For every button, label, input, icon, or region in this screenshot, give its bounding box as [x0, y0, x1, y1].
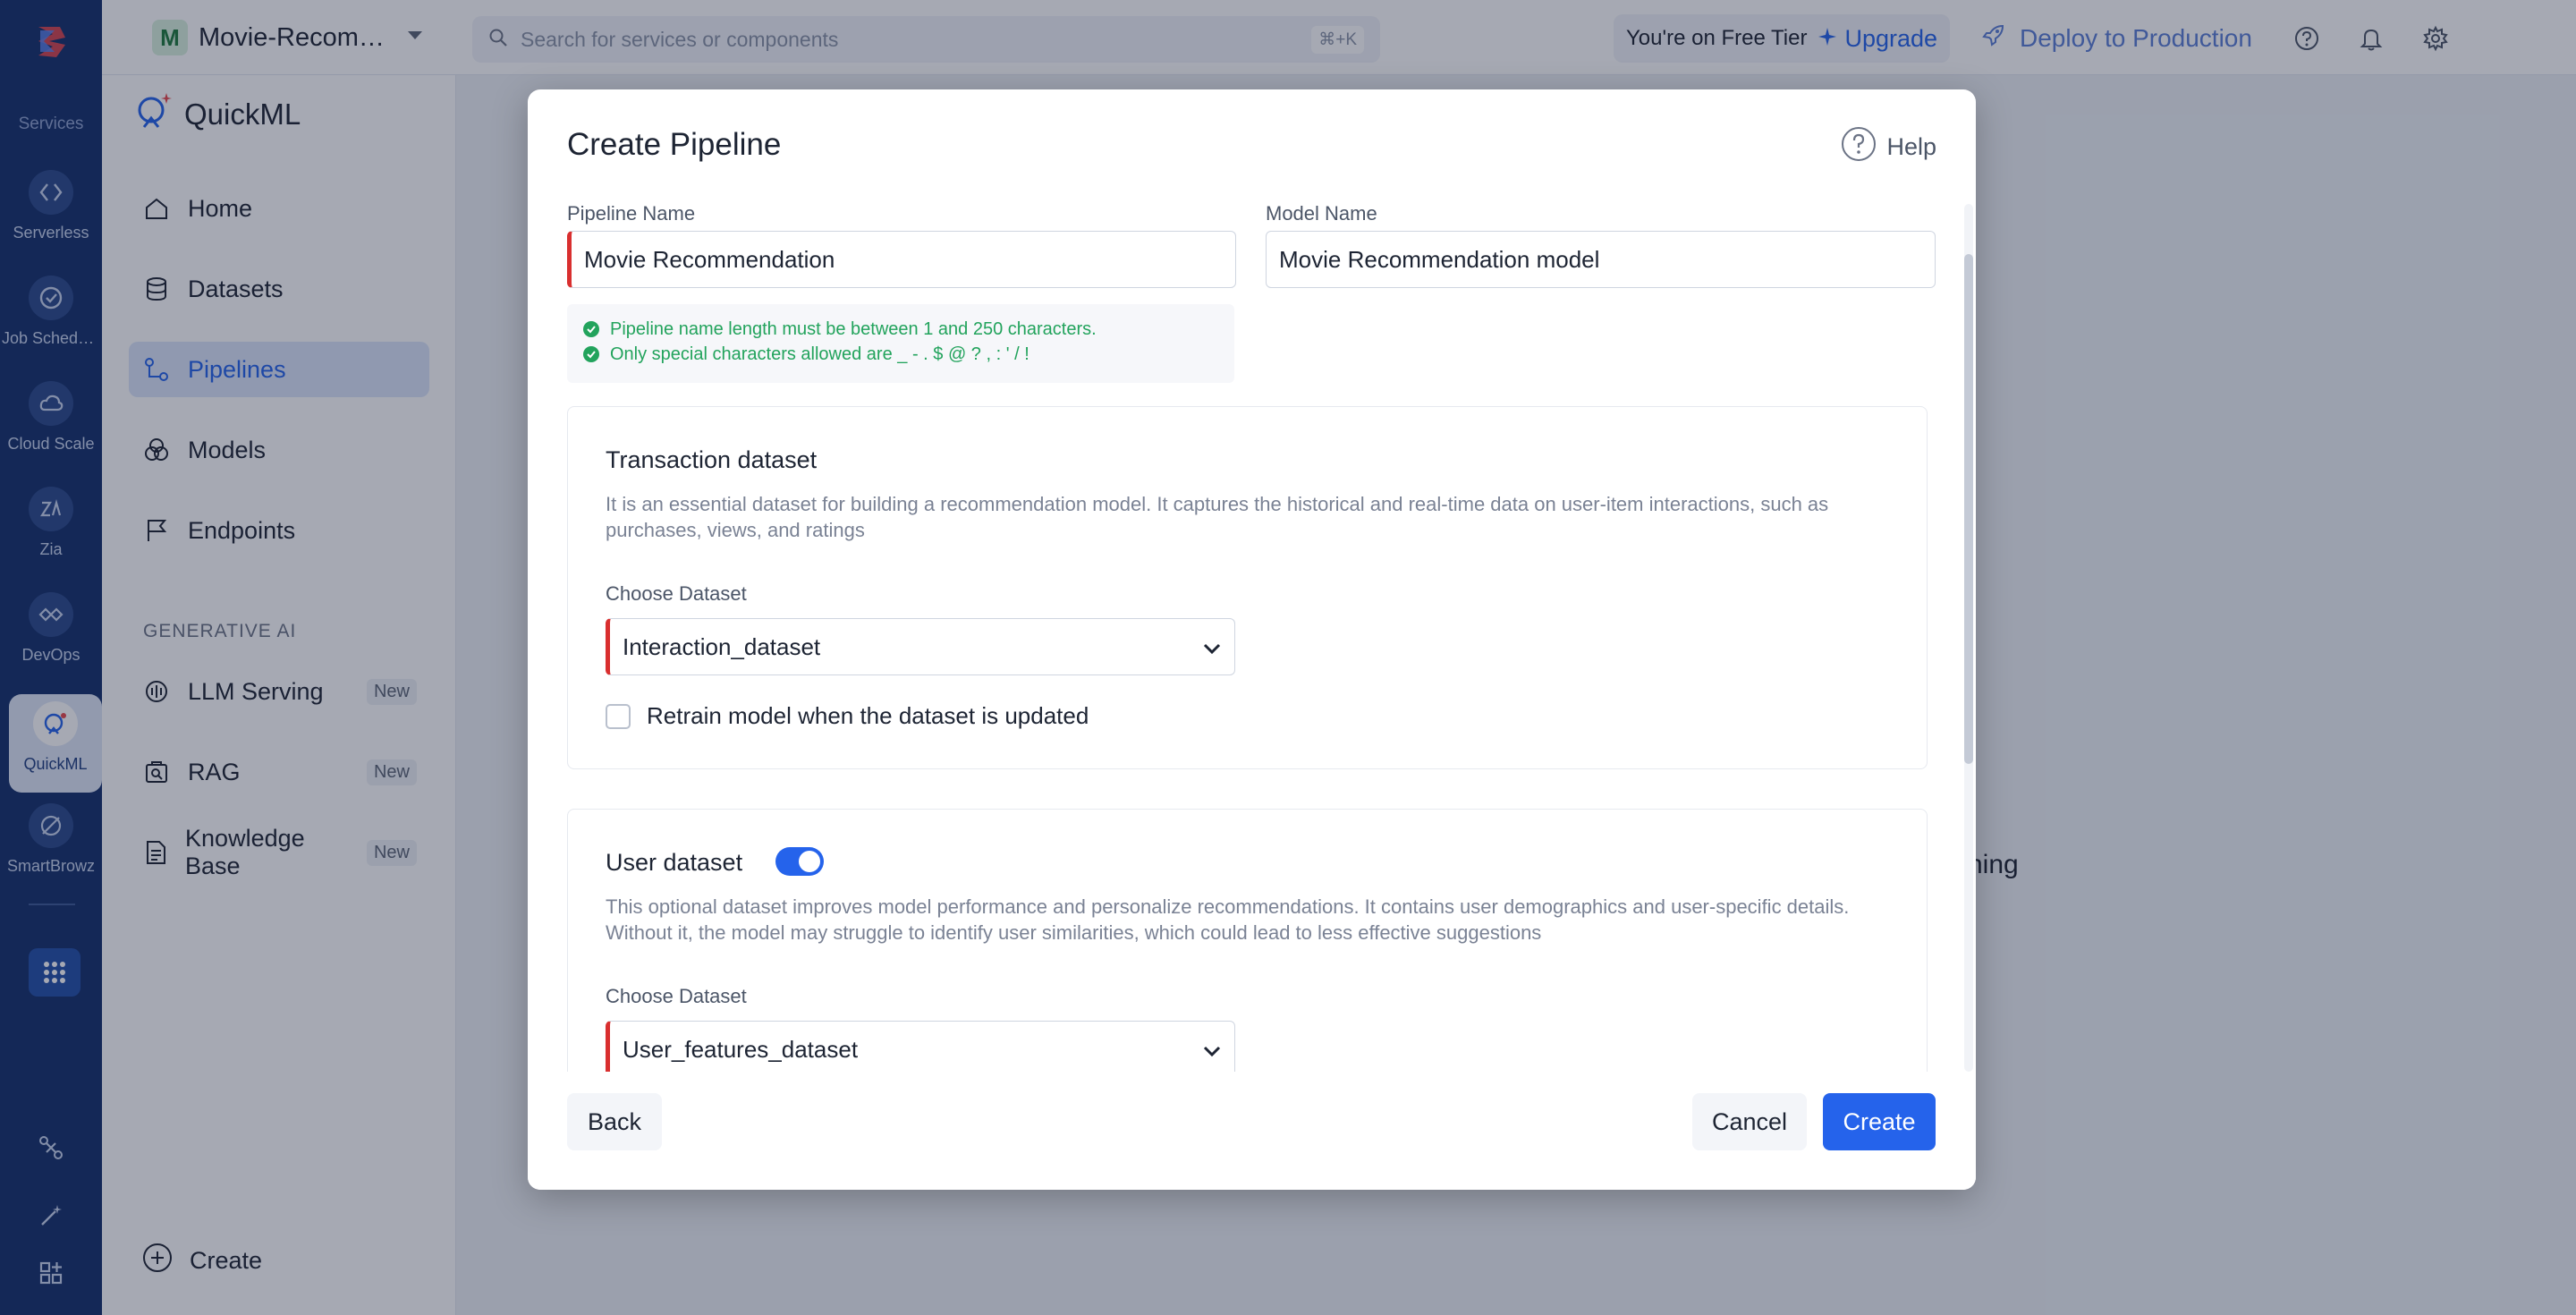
- user-dataset-select[interactable]: User_features_dataset: [606, 1021, 1235, 1078]
- create-pipeline-dialog: Create Pipeline Help Pipeline Name Movie…: [528, 89, 1976, 1190]
- pipeline-name-field[interactable]: Movie Recommendation: [567, 231, 1236, 288]
- question-circle-icon: [1840, 125, 1877, 169]
- pipeline-name-value: Movie Recommendation: [584, 245, 835, 273]
- dialog-body[interactable]: Pipeline Name Movie Recommendation Model…: [567, 197, 1936, 1163]
- chevron-down-icon: [1202, 633, 1222, 661]
- user-dataset-description: This optional dataset improves model per…: [606, 895, 1850, 944]
- transaction-dataset-card: Transaction dataset It is an essential d…: [567, 406, 1928, 769]
- choose-dataset-label: Choose Dataset: [606, 985, 747, 1007]
- check-circle-icon: [583, 346, 599, 362]
- retrain-checkbox[interactable]: [606, 703, 631, 729]
- cancel-button[interactable]: Cancel: [1692, 1093, 1807, 1150]
- retrain-option[interactable]: Retrain model when the dataset is update…: [606, 702, 1089, 730]
- hint-text: Pipeline name length must be between 1 a…: [610, 318, 1097, 339]
- toggle-knob: [799, 851, 820, 872]
- selected-dataset: Interaction_dataset: [623, 632, 821, 660]
- user-dataset-toggle[interactable]: [775, 847, 824, 876]
- validation-hints: Pipeline name length must be between 1 a…: [567, 304, 1234, 383]
- create-pipeline-button[interactable]: Create: [1823, 1093, 1936, 1150]
- model-name-value: Movie Recommendation model: [1279, 245, 1600, 273]
- selected-dataset: User_features_dataset: [623, 1035, 859, 1063]
- hint-text: Only special characters allowed are _ - …: [610, 344, 1030, 364]
- hint-row: Only special characters allowed are _ - …: [583, 342, 1218, 367]
- transaction-title: Transaction dataset: [606, 446, 818, 473]
- transaction-dataset-select[interactable]: Interaction_dataset: [606, 618, 1235, 675]
- transaction-description: It is an essential dataset for building …: [606, 493, 1829, 541]
- retrain-label: Retrain model when the dataset is update…: [647, 702, 1089, 729]
- hint-row: Pipeline name length must be between 1 a…: [583, 317, 1218, 342]
- user-dataset-title: User dataset: [606, 849, 743, 876]
- dialog-scrollbar[interactable]: [1964, 204, 1973, 1072]
- help-button[interactable]: Help: [1840, 125, 1936, 169]
- chevron-down-icon: [1202, 1036, 1222, 1064]
- scrollbar-thumb[interactable]: [1964, 254, 1973, 764]
- check-circle-icon: [583, 321, 599, 337]
- back-button[interactable]: Back: [567, 1093, 662, 1150]
- choose-dataset-label: Choose Dataset: [606, 582, 747, 605]
- pipeline-name-label: Pipeline Name: [567, 202, 696, 225]
- model-name-field[interactable]: Movie Recommendation model: [1266, 231, 1936, 288]
- help-label: Help: [1886, 133, 1936, 160]
- model-name-label: Model Name: [1266, 202, 1377, 225]
- dialog-title: Create Pipeline: [567, 127, 782, 162]
